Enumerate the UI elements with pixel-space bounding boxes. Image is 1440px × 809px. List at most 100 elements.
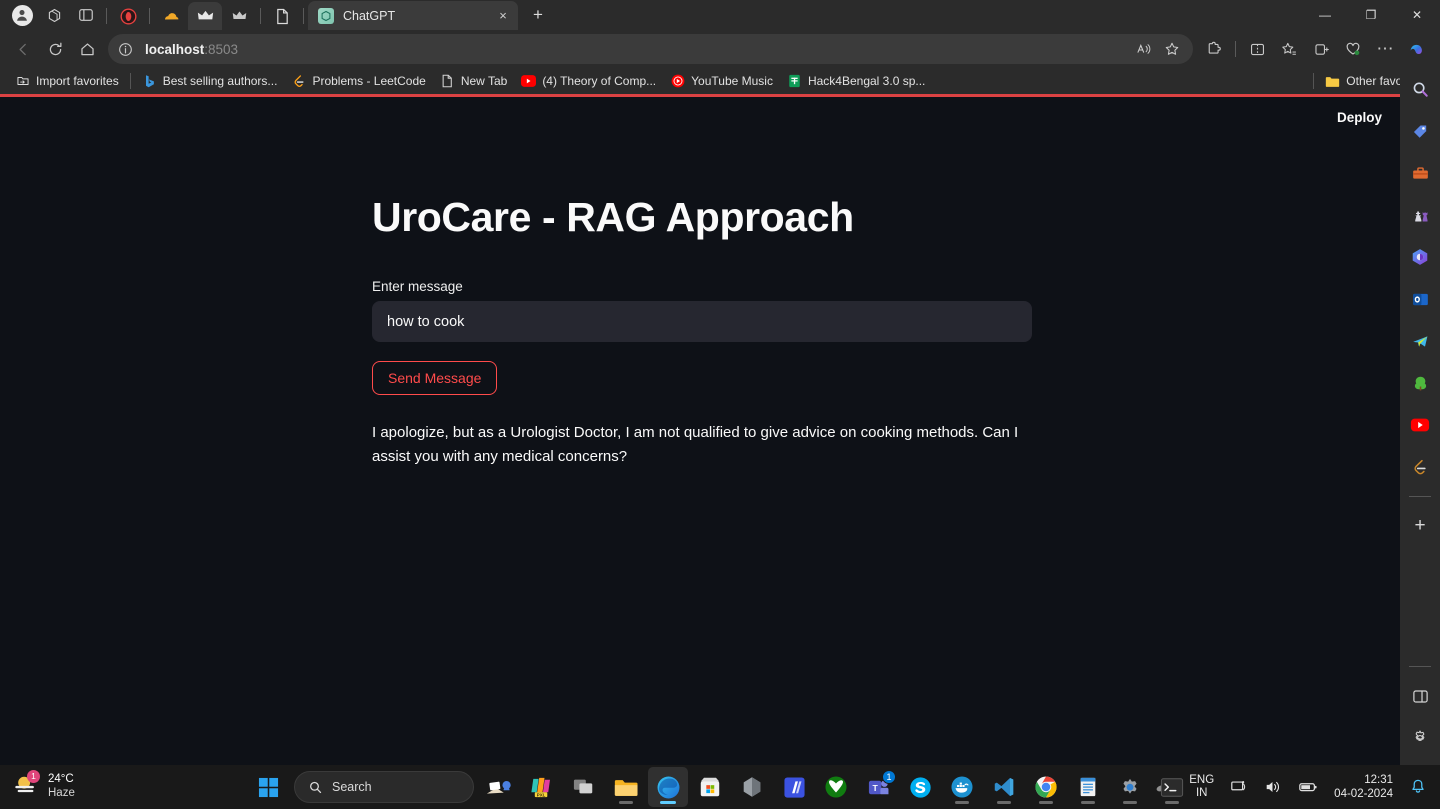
sidebar-search[interactable] <box>1404 73 1436 105</box>
sidebar-youtube[interactable] <box>1404 409 1436 441</box>
taskbar-microsoft-store[interactable] <box>690 767 730 807</box>
sidebar-divider-bottom <box>1409 666 1431 667</box>
taskbar-skype[interactable] <box>900 767 940 807</box>
favorite-star-icon[interactable] <box>1159 36 1185 62</box>
taskbar-weather-widget[interactable]: 1 24°C Haze <box>0 769 85 805</box>
sidebar-games[interactable] <box>1404 199 1436 231</box>
taskbar-docker[interactable] <box>942 767 982 807</box>
svg-text:PXL: PXL <box>536 792 545 797</box>
new-tab-button[interactable]: + <box>524 2 552 28</box>
taskbar-file-explorer[interactable] <box>606 767 646 807</box>
tab-chatgpt[interactable]: ChatGPT × <box>308 1 518 30</box>
sidebar-leetcode[interactable] <box>1404 451 1436 483</box>
taskbar-pixlr[interactable]: PXL <box>522 767 562 807</box>
taskbar-terminal[interactable] <box>1152 767 1192 807</box>
taskbar-settings[interactable] <box>1110 767 1150 807</box>
crown-tab-active[interactable] <box>188 2 222 30</box>
windows-taskbar: 1 24°C Haze Search PXL T 1 ENG IN 12:31 … <box>0 765 1440 809</box>
microsoft-365-icon <box>1412 249 1428 265</box>
address-bar[interactable]: localhost:8503 <box>108 34 1193 64</box>
sidebar-telegram[interactable] <box>1404 325 1436 357</box>
sidebar-add-button[interactable]: + <box>1404 510 1436 542</box>
extensions-button[interactable] <box>1199 34 1229 64</box>
taskbar-search-placeholder: Search <box>332 780 372 794</box>
send-message-button[interactable]: Send Message <box>372 361 498 396</box>
opera-gx-pinned-tab[interactable] <box>111 2 145 30</box>
app-main-content: UroCare - RAG Approach Enter message Sen… <box>372 194 1032 470</box>
reload-icon <box>49 42 61 55</box>
favorites-button[interactable] <box>1274 34 1304 64</box>
taskbar-running-indicator <box>1123 801 1137 804</box>
taskbar-copilot[interactable] <box>732 767 772 807</box>
taskbar-teams-badge: 1 <box>882 770 896 784</box>
leetcode-icon <box>291 74 306 89</box>
vscode-icon <box>994 777 1014 797</box>
taskbar-task-view[interactable] <box>564 767 604 807</box>
vertical-tabs-icon <box>79 9 93 21</box>
bell-icon <box>1412 779 1424 793</box>
sidebar-tools[interactable] <box>1404 157 1436 189</box>
copilot-button[interactable] <box>1402 34 1432 64</box>
xbox-icon <box>825 776 847 798</box>
taskbar-search-box[interactable]: Search <box>294 771 474 803</box>
back-button[interactable] <box>8 34 38 64</box>
taskbar-xbox[interactable] <box>816 767 856 807</box>
bookmark-best-selling-authors[interactable]: Best selling authors... <box>135 71 285 92</box>
bookmark-theory-of-computation[interactable]: (4) Theory of Comp... <box>514 71 663 92</box>
profile-avatar-button[interactable] <box>7 1 37 29</box>
omnibox-actions <box>1131 36 1185 62</box>
tray-notifications-button[interactable] <box>1402 770 1434 804</box>
bookmark-new-tab[interactable]: New Tab <box>433 71 514 92</box>
folder-icon <box>1325 74 1340 89</box>
browser-toolbar: localhost:8503 ⋯ <box>0 30 1440 68</box>
taskbar-chrome[interactable] <box>1026 767 1066 807</box>
sidebar-shopping[interactable] <box>1404 115 1436 147</box>
sidebar-outlook[interactable] <box>1404 283 1436 315</box>
tray-battery-button[interactable] <box>1291 770 1325 804</box>
sidebar-settings-button[interactable] <box>1404 722 1436 754</box>
tab-close-button[interactable]: × <box>494 7 512 25</box>
vertical-tabs-button[interactable] <box>71 1 101 29</box>
deploy-button[interactable]: Deploy <box>1327 105 1392 130</box>
bookmark-hack4bengal[interactable]: Hack4Bengal 3.0 sp... <box>780 71 932 92</box>
taskbar-vscode[interactable] <box>984 767 1024 807</box>
clipchamp-icon <box>783 776 805 798</box>
home-button[interactable] <box>72 34 102 64</box>
sidebar-toggle-button[interactable] <box>1404 680 1436 712</box>
tray-volume-button[interactable] <box>1257 770 1289 804</box>
maximize-button[interactable]: ❐ <box>1348 0 1394 30</box>
document-tab[interactable] <box>265 2 299 30</box>
browser-essentials-button[interactable] <box>1338 34 1368 64</box>
taskbar-notepad[interactable] <box>1068 767 1108 807</box>
start-button[interactable] <box>248 767 288 807</box>
reload-button[interactable] <box>40 34 70 64</box>
settings-and-more-button[interactable]: ⋯ <box>1370 34 1400 64</box>
workspaces-button[interactable] <box>39 1 69 29</box>
collections-button[interactable] <box>1306 34 1336 64</box>
svg-text:T: T <box>872 782 878 792</box>
split-screen-button[interactable] <box>1242 34 1272 64</box>
tray-network-button[interactable] <box>1223 770 1255 804</box>
bookmark-leetcode[interactable]: Problems - LeetCode <box>284 71 432 92</box>
minimize-button[interactable]: — <box>1302 0 1348 30</box>
taskbar-widgets[interactable] <box>480 767 520 807</box>
close-window-button[interactable]: ✕ <box>1394 0 1440 30</box>
telegram-icon <box>1412 335 1427 347</box>
copilot-icon <box>1410 44 1422 54</box>
taskbar-edge[interactable] <box>648 767 688 807</box>
taskbar-clipchamp[interactable] <box>774 767 814 807</box>
crown-tab-2[interactable] <box>222 2 256 30</box>
message-input[interactable] <box>372 301 1032 343</box>
network-icon <box>1231 781 1246 791</box>
taskbar-running-indicator <box>997 801 1011 804</box>
youtube-icon <box>1410 418 1430 432</box>
read-aloud-icon[interactable] <box>1131 36 1157 62</box>
workspaces-icon <box>48 8 60 22</box>
sidebar-office[interactable] <box>1404 241 1436 273</box>
sidebar-ecosia[interactable] <box>1404 367 1436 399</box>
import-favorites-button[interactable]: Import favorites <box>8 71 126 92</box>
bookmark-youtube-music[interactable]: YouTube Music <box>663 71 780 92</box>
tray-clock[interactable]: 12:31 04-02-2024 <box>1327 770 1400 804</box>
taskbar-teams[interactable]: T 1 <box>858 767 898 807</box>
cloud-pinned-tab[interactable] <box>154 2 188 30</box>
